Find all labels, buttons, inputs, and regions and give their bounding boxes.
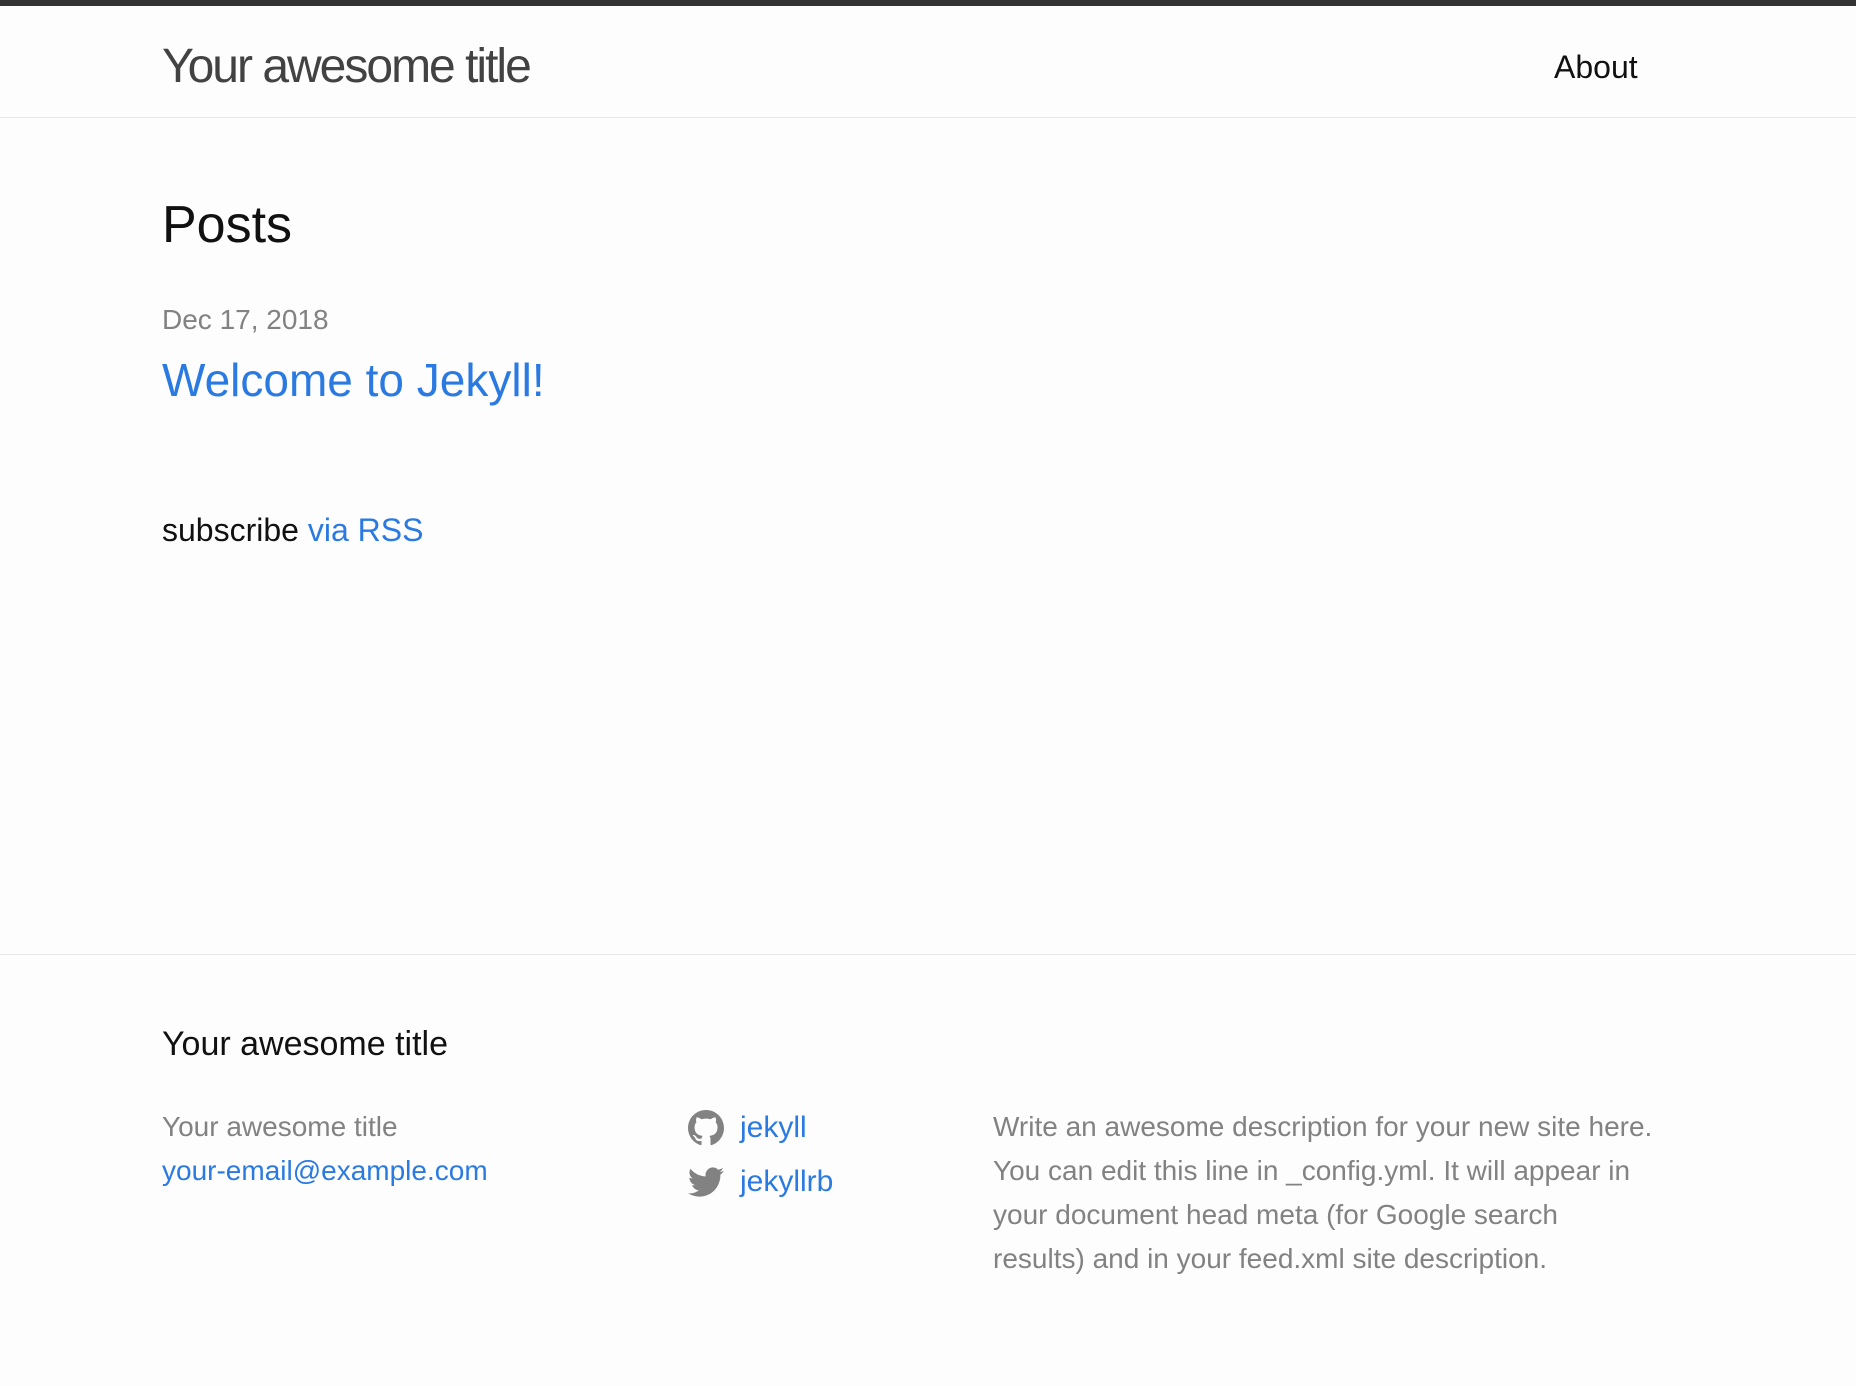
- posts-heading: Posts: [162, 196, 293, 254]
- site-footer: Your awesome title Your awesome title yo…: [0, 954, 1856, 1386]
- rss-subscribe-prefix: subscribe: [162, 512, 299, 548]
- twitter-icon: [688, 1164, 724, 1200]
- footer-contact-list: Your awesome title your-email@example.co…: [162, 1105, 662, 1193]
- post-date: Dec 17, 2018: [162, 304, 329, 335]
- footer-social-list: jekyll jekyllrb: [688, 1101, 968, 1209]
- site-title-link[interactable]: Your awesome title: [162, 32, 532, 102]
- nav-link-about[interactable]: About: [1554, 42, 1638, 92]
- footer-contact-name: Your awesome title: [162, 1111, 398, 1142]
- site-header: Your awesome title About: [0, 6, 1856, 118]
- footer-site-description: Write an awesome description for your ne…: [993, 1111, 1653, 1274]
- post-title-link[interactable]: Welcome to Jekyll!: [162, 348, 545, 412]
- social-item-github: jekyll: [688, 1101, 968, 1155]
- github-icon: [688, 1110, 724, 1146]
- footer-email-link[interactable]: your-email@example.com: [162, 1149, 662, 1193]
- footer-heading: Your awesome title: [162, 1025, 449, 1063]
- twitter-username-link[interactable]: jekyllrb: [740, 1165, 833, 1199]
- github-username-link[interactable]: jekyll: [740, 1111, 807, 1145]
- social-item-twitter: jekyllrb: [688, 1155, 968, 1209]
- rss-subscribe: subscribe via RSS: [162, 508, 423, 552]
- rss-feed-link[interactable]: via RSS: [308, 512, 424, 548]
